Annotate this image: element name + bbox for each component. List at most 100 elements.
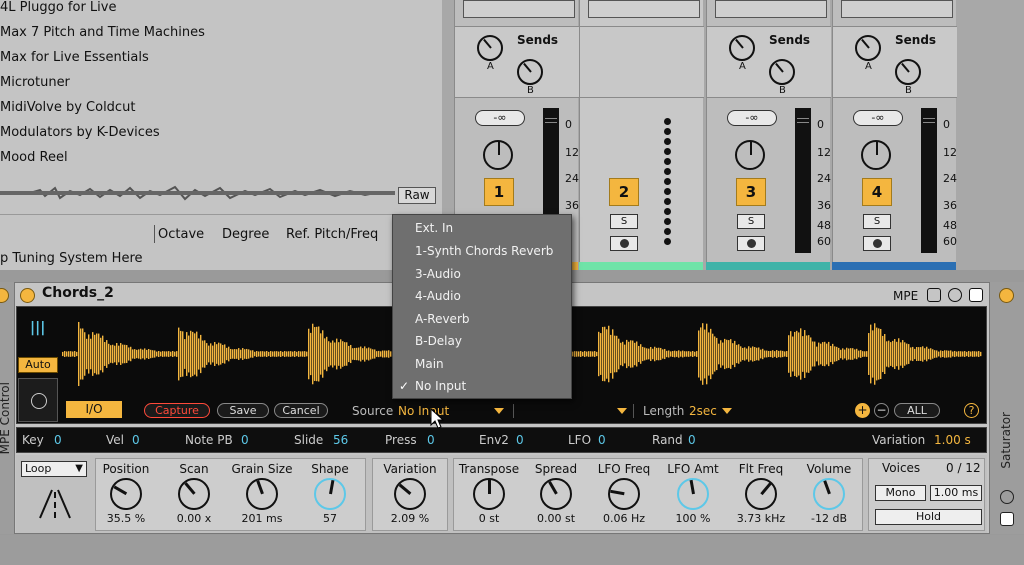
send-b-knob[interactable] [769,59,795,85]
note-pb-value[interactable]: 0 [241,433,249,447]
device-power-icon[interactable] [20,288,35,303]
parameter-knob[interactable] [813,478,845,510]
key-value[interactable]: 0 [54,433,62,447]
menu-item-main[interactable]: Main [415,357,444,371]
parameter-knob[interactable] [178,478,210,510]
device-power-icon[interactable] [0,288,9,303]
parameter-knob[interactable] [246,478,278,510]
pan-knob[interactable] [861,140,891,170]
menu-item-ext-in[interactable]: Ext. In [415,221,453,235]
slide-value[interactable]: 56 [333,433,348,447]
browser-item[interactable]: Max for Live Essentials [0,50,149,65]
solo-button[interactable]: S [737,214,765,229]
arm-button[interactable] [737,236,765,251]
waveform-bar [604,326,606,382]
track-name-box[interactable] [463,0,575,18]
save-preset-icon[interactable] [969,288,983,302]
loop-mode-select[interactable]: Loop ▼ [21,461,87,477]
auto-button[interactable]: Auto [18,357,58,373]
parameter-knob[interactable] [608,478,640,510]
press-value[interactable]: 0 [427,433,435,447]
waveform-bar [624,344,626,364]
variation-rate-value[interactable]: 1.00 s [934,433,971,447]
mpe-toggle-icon[interactable] [948,288,962,302]
parameter-knob[interactable] [677,478,709,510]
source-chevron-down-icon[interactable] [494,408,504,414]
raw-button[interactable]: Raw [398,187,436,204]
track-name-box[interactable] [841,0,953,18]
browser-item[interactable]: Mood Reel [0,150,68,165]
level-meter[interactable] [921,108,937,253]
env2-value[interactable]: 0 [516,433,524,447]
volume-display[interactable]: -∞ [853,110,903,126]
track-name-box[interactable] [588,0,700,18]
track-activator[interactable]: 4 [862,178,892,206]
solo-button[interactable]: S [863,214,891,229]
parameter-knob[interactable] [314,478,346,510]
menu-item-a-reverb[interactable]: A-Reverb [415,312,470,326]
solo-button[interactable]: S [610,214,638,229]
io-button[interactable]: I/O [66,401,122,418]
send-b-knob[interactable] [517,59,543,85]
menu-item-synth-chords-reverb[interactable]: 1-Synth Chords Reverb [415,244,553,258]
mono-button[interactable]: Mono [875,485,926,501]
send-b-label: B [905,85,912,96]
glide-time-field[interactable]: 1.00 ms [930,485,982,501]
channel-chevron-down-icon[interactable] [617,408,627,414]
length-select[interactable]: 2sec [689,404,717,418]
track-activator[interactable]: 1 [484,178,514,206]
parameter-knob[interactable] [473,478,505,510]
menu-item-3-audio[interactable]: 3-Audio [415,267,461,281]
parameter-knob[interactable] [110,478,142,510]
parameter-knob[interactable] [540,478,572,510]
hold-button[interactable]: Hold [875,509,982,525]
monitor-button[interactable] [610,236,638,251]
waveform-bar [294,351,296,357]
send-b-knob[interactable] [895,59,921,85]
vel-value[interactable]: 0 [132,433,140,447]
preview-waveform[interactable] [0,176,395,210]
track-activator[interactable]: 2 [609,178,639,206]
lfo-value[interactable]: 0 [598,433,606,447]
waveform-bar [188,335,190,373]
save-preset-icon[interactable] [1000,512,1014,526]
browser-item[interactable]: Modulators by K-Devices [0,125,160,140]
browser-item[interactable]: 4L Pluggo for Live [0,0,116,15]
menu-item-no-input[interactable]: No Input [415,379,466,393]
track-name-box[interactable] [715,0,827,18]
waveform-bar [320,333,322,375]
volume-display[interactable]: -∞ [727,110,777,126]
parameter-knob[interactable] [394,478,426,510]
parameter-knob[interactable] [745,478,777,510]
knob-pointer [548,481,558,495]
device-power-icon[interactable] [999,288,1014,303]
volume-display[interactable]: -∞ [475,110,525,126]
menu-item-b-delay[interactable]: B-Delay [415,334,462,348]
shape-curve-icon[interactable] [36,488,76,520]
save-button[interactable]: Save [217,403,269,418]
cancel-button[interactable]: Cancel [274,403,328,418]
zoom-out-icon[interactable]: − [874,403,889,418]
send-a-knob[interactable] [855,35,881,61]
level-meter[interactable] [795,108,811,253]
rand-value[interactable]: 0 [688,433,696,447]
clock-icon[interactable] [31,393,47,409]
length-chevron-down-icon[interactable] [722,408,732,414]
mpe-edit-icon[interactable] [927,288,941,302]
pan-knob[interactable] [735,140,765,170]
zoom-all-button[interactable]: ALL [894,403,940,418]
send-a-knob[interactable] [477,35,503,61]
capture-button[interactable]: Capture [144,403,210,418]
browser-item[interactable]: MidiVolve by Coldcut [0,100,135,115]
menu-item-4-audio[interactable]: 4-Audio [415,289,461,303]
help-icon[interactable]: ? [964,403,979,418]
browser-item[interactable]: Max 7 Pitch and Time Machines [0,25,205,40]
arm-button[interactable] [863,236,891,251]
browser-item[interactable]: Microtuner [0,75,70,90]
hot-swap-icon[interactable] [1000,490,1014,504]
pan-knob[interactable] [483,140,513,170]
zoom-in-icon[interactable]: + [855,403,870,418]
track-activator[interactable]: 3 [736,178,766,206]
send-a-knob[interactable] [729,35,755,61]
waveform-bar [974,351,976,357]
